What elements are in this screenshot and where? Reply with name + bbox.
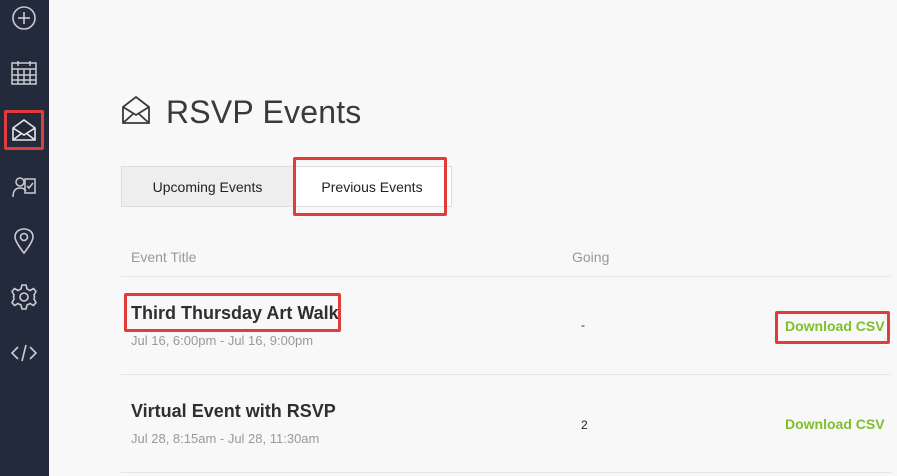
event-dates: Jul 16, 6:00pm - Jul 16, 9:00pm [131,333,314,348]
envelope-icon[interactable] [4,110,44,150]
download-csv-link[interactable]: Download CSV [785,416,885,432]
divider [121,276,891,277]
event-title[interactable]: Third Thursday Art Walk [131,303,339,324]
add-icon[interactable] [4,0,44,38]
download-csv-link[interactable]: Download CSV [785,318,885,334]
going-count: 2 [581,418,588,432]
page-title: RSVP Events [166,93,362,130]
clipboard-user-icon[interactable] [4,166,44,206]
gear-icon[interactable] [4,277,44,317]
column-header-going: Going [572,249,610,265]
event-tabs: Upcoming Events Previous Events [121,166,452,207]
sidebar [0,0,49,476]
code-icon[interactable] [4,333,44,373]
column-header-event-title: Event Title [131,249,197,265]
open-envelope-icon [120,94,152,131]
calendar-icon[interactable] [4,53,44,93]
page-header: RSVP Events [120,92,361,132]
event-title[interactable]: Virtual Event with RSVP [131,401,336,422]
tab-upcoming-events[interactable]: Upcoming Events [122,167,293,206]
event-dates: Jul 28, 8:15am - Jul 28, 11:30am [131,431,320,446]
divider [121,472,891,473]
tab-previous-events[interactable]: Previous Events [293,167,451,206]
divider [121,374,891,375]
location-pin-icon[interactable] [4,221,44,261]
going-count: - [581,318,585,332]
